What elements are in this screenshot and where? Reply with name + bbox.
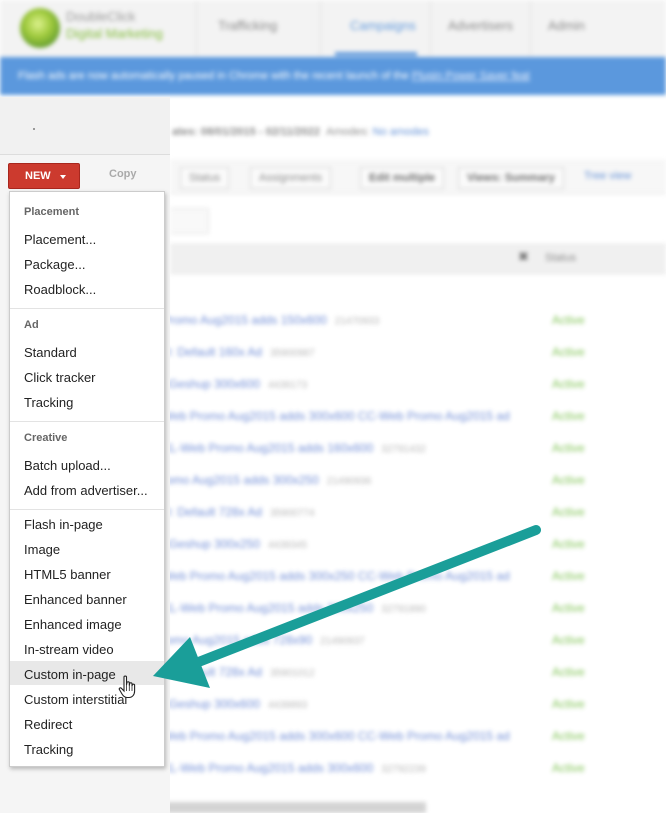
hand-cursor-icon xyxy=(118,675,136,699)
annotation-arrow-icon xyxy=(153,525,541,688)
